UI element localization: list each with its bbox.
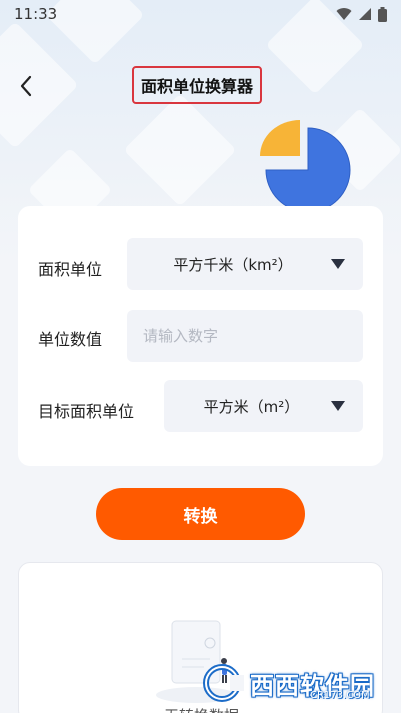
nav-bar: 面积单位换算器 xyxy=(0,62,401,110)
dropdown-arrow-icon xyxy=(331,401,345,411)
empty-result-text: 无转换数据 xyxy=(19,705,384,713)
target-unit-select[interactable]: 平方米（m²） xyxy=(164,380,363,432)
value-input[interactable] xyxy=(127,310,363,362)
status-bar: 11:33 xyxy=(0,0,401,28)
page-title: 面积单位换算器 xyxy=(132,66,262,104)
logo-icon xyxy=(203,664,244,702)
status-time: 11:33 xyxy=(14,5,58,23)
target-unit-label: 目标面积单位 xyxy=(38,402,135,421)
watermark-logo: 西西软件园 CR173.COM xyxy=(200,660,385,706)
status-icons xyxy=(336,6,387,22)
pie-chart-icon xyxy=(260,120,351,208)
chevron-left-icon xyxy=(20,75,32,97)
target-unit-value: 平方米（m²） xyxy=(203,397,300,416)
value-label: 单位数值 xyxy=(38,330,103,349)
signal-icon xyxy=(359,8,371,20)
dropdown-arrow-icon xyxy=(331,259,345,269)
back-button[interactable] xyxy=(14,74,38,98)
source-unit-value: 平方千米（km²） xyxy=(173,255,293,274)
source-unit-label: 面积单位 xyxy=(38,260,103,279)
convert-button[interactable]: 转换 xyxy=(96,488,305,540)
wifi-icon xyxy=(336,8,352,20)
watermark-subtext: CR173.COM xyxy=(310,690,370,701)
source-unit-select[interactable]: 平方千米（km²） xyxy=(127,238,363,290)
battery-icon xyxy=(378,6,387,22)
conversion-form-card: 面积单位 平方千米（km²） 单位数值 目标面积单位 平方米（m²） xyxy=(18,206,383,466)
